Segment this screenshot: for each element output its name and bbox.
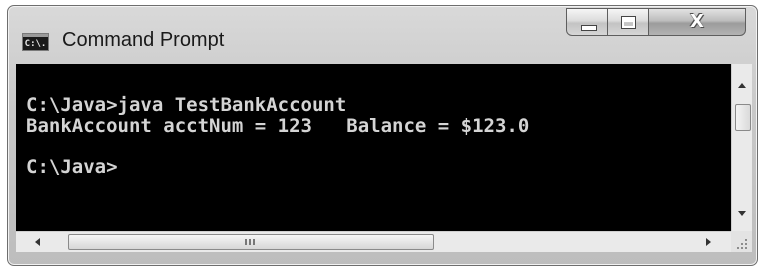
minimize-button[interactable]	[566, 8, 608, 36]
scroll-left-arrow-icon[interactable]	[35, 238, 40, 246]
vertical-scroll-thumb[interactable]	[735, 104, 751, 131]
vertical-scrollbar[interactable]	[731, 64, 752, 231]
console-line: C:\Java>java TestBankAccount	[26, 94, 347, 116]
close-icon: X	[690, 11, 704, 32]
maximize-button[interactable]	[607, 8, 649, 36]
scroll-right-arrow-icon[interactable]	[706, 238, 711, 246]
console-line: BankAccount acctNum = 123 Balance = $123…	[26, 115, 530, 137]
command-prompt-app-icon[interactable]: C:\.	[22, 33, 49, 51]
resize-grip-icon[interactable]	[731, 231, 752, 252]
title-bar[interactable]: C:\. Command Prompt X	[8, 6, 757, 64]
horizontal-scroll-thumb[interactable]	[68, 234, 434, 250]
caption-buttons: X	[566, 8, 750, 38]
minimize-icon	[581, 25, 597, 31]
console-prompt-line: C:\Java>	[26, 156, 118, 178]
window-title: Command Prompt	[62, 29, 225, 51]
close-button[interactable]: X	[648, 8, 746, 36]
scroll-down-arrow-icon[interactable]	[738, 211, 746, 216]
console-output[interactable]: C:\Java>java TestBankAccount BankAccount…	[16, 64, 731, 231]
scroll-thumb-grip-icon	[245, 239, 255, 245]
maximize-icon	[621, 16, 636, 29]
scroll-up-arrow-icon[interactable]	[738, 83, 746, 88]
command-prompt-window: C:\. Command Prompt X C:\Java>java TestB…	[7, 5, 758, 266]
horizontal-scrollbar[interactable]	[16, 231, 731, 252]
